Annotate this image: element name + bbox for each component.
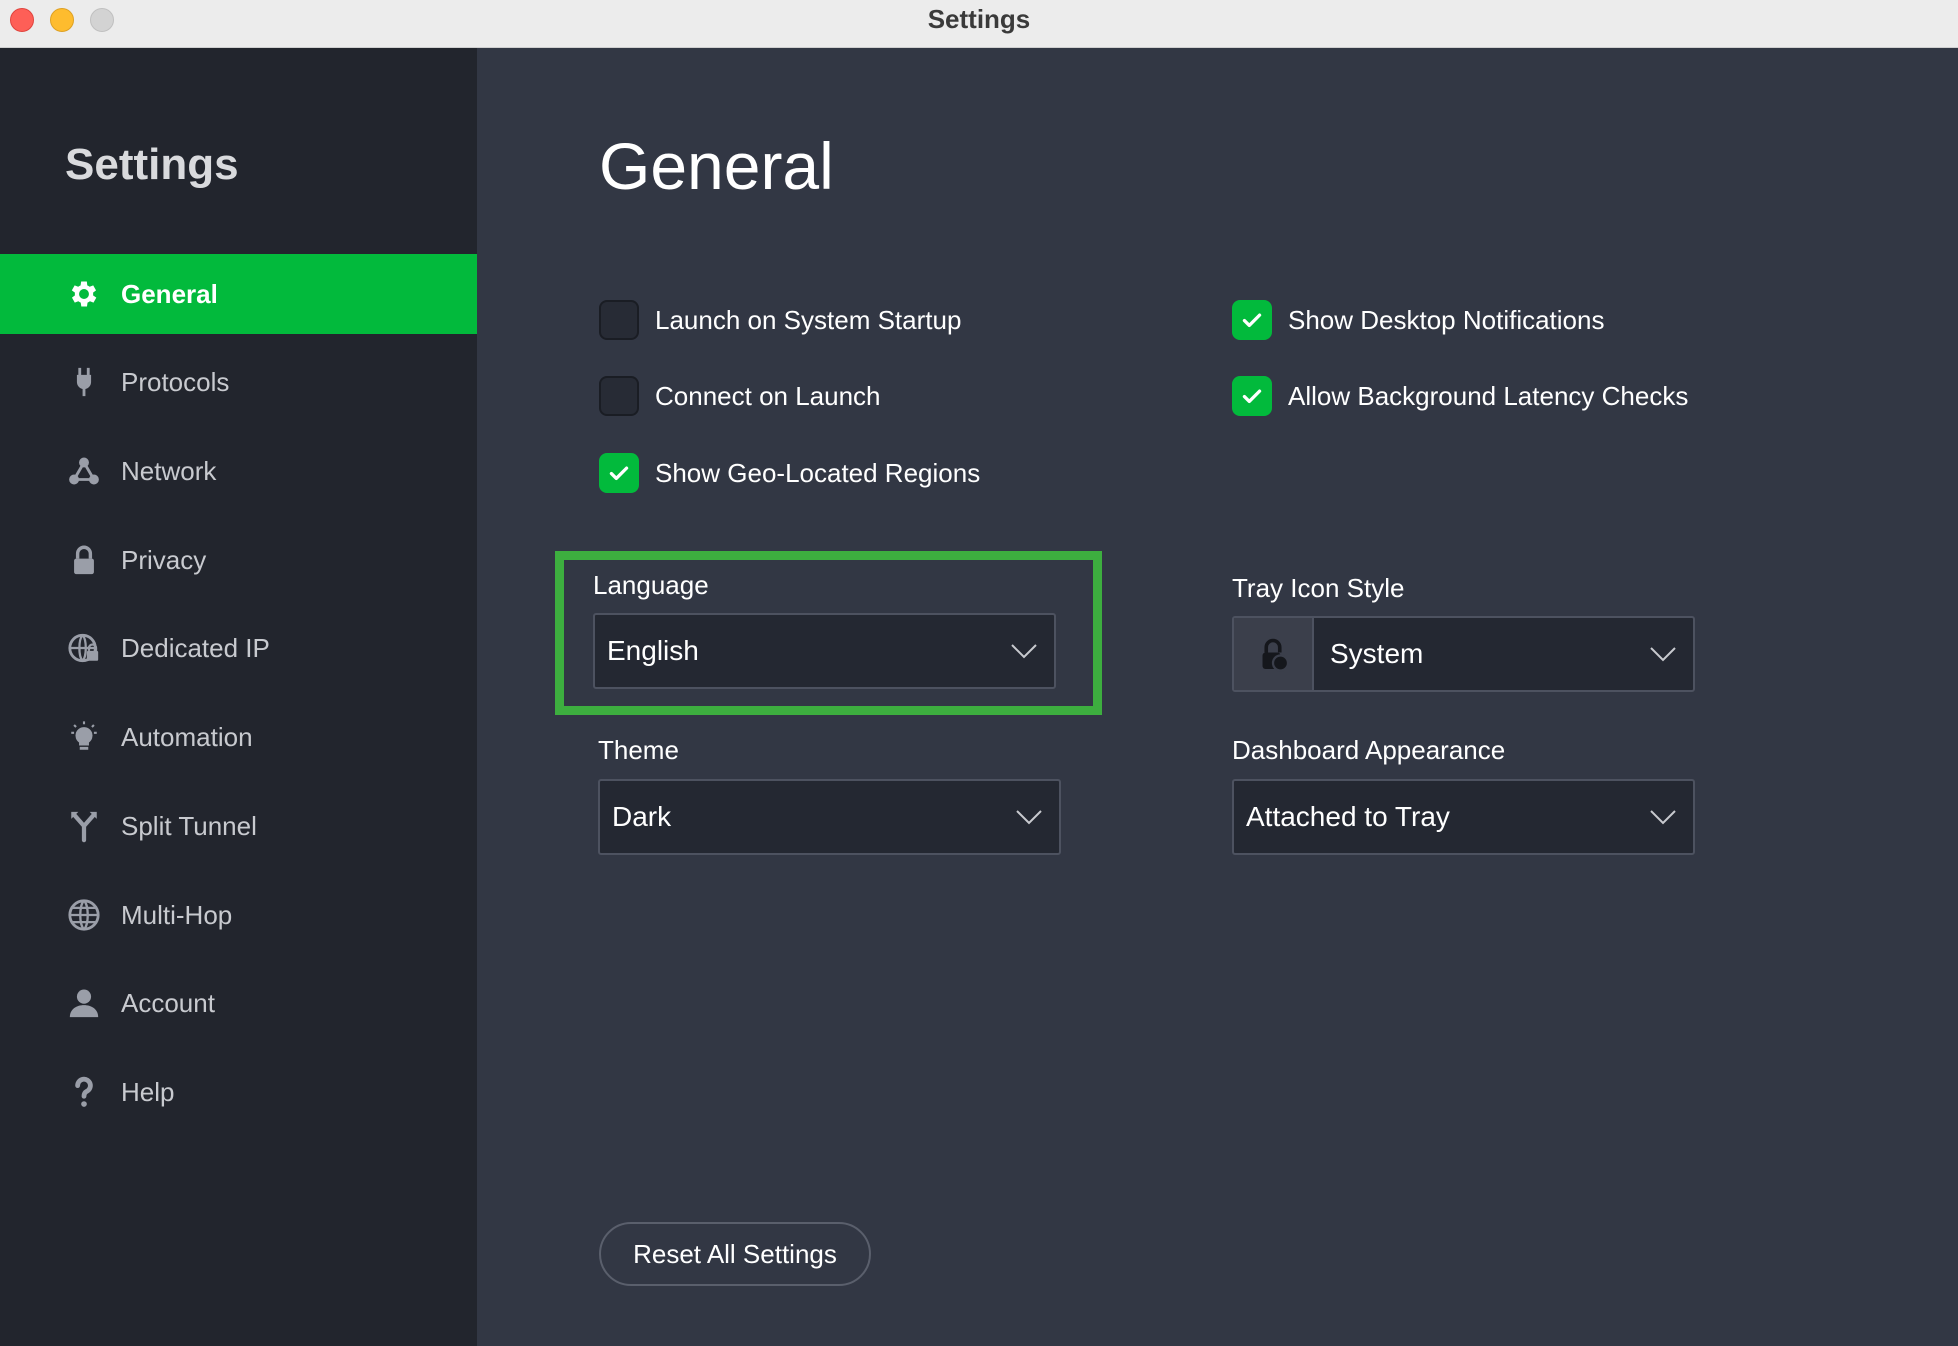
sidebar-item-label: General [121,278,218,309]
sidebar-item-label: Protocols [121,366,230,397]
checkmark-icon [609,466,629,481]
dashboard-appearance-select[interactable]: Attached to Tray [1232,779,1695,855]
theme-label: Theme [598,735,679,765]
globe-icon [65,896,103,934]
show-geo-regions-checkbox[interactable] [599,453,639,493]
show-desktop-notifications-option[interactable]: Show Desktop Notifications [1232,300,1604,340]
tray-icon-style-label: Tray Icon Style [1232,573,1405,603]
connect-on-launch-option[interactable]: Connect on Launch [599,376,881,416]
sidebar-item-help[interactable]: Help [0,1052,477,1132]
user-icon [65,984,103,1022]
settings-window: Settings Settings General Protocols Netw… [0,0,1958,1346]
sidebar-item-network[interactable]: Network [0,431,477,511]
theme-select[interactable]: Dark [598,779,1061,855]
launch-on-startup-option[interactable]: Launch on System Startup [599,300,961,340]
sidebar-item-label: Account [121,987,215,1018]
sidebar-item-account[interactable]: Account [0,963,477,1043]
chevron-down-icon [994,642,1054,660]
tray-icon-style-value: System [1330,638,1424,669]
page-title: General [599,129,834,203]
sidebar-item-label: Privacy [121,544,207,575]
sidebar-item-multi-hop[interactable]: Multi-Hop [0,875,477,955]
sidebar-item-label: Automation [121,721,253,752]
sidebar-item-protocols[interactable]: Protocols [0,342,477,422]
language-label: Language [593,570,709,600]
sidebar-item-automation[interactable]: Automation [0,697,477,777]
tray-icon-style-select[interactable]: System [1232,616,1695,692]
dashboard-appearance-label: Dashboard Appearance [1232,735,1506,765]
window-title: Settings [927,4,1031,34]
sidebar-title: Settings [65,140,239,189]
theme-value: Dark [612,801,672,832]
sidebar-item-dedicated-ip[interactable]: Dedicated IP [0,608,477,688]
sidebar-item-label: Help [121,1076,175,1107]
checkmark-icon [1242,389,1262,404]
lock-icon [65,541,103,579]
chevron-down-icon [999,808,1059,826]
lightbulb-icon [65,718,103,756]
language-select[interactable]: English [593,613,1056,689]
globe-lock-icon [65,629,103,667]
sidebar-item-split-tunnel[interactable]: Split Tunnel [0,786,477,866]
check-label: Show Geo-Located Regions [655,457,981,488]
sidebar-item-label: Dedicated IP [121,632,270,663]
check-label: Show Desktop Notifications [1288,304,1605,335]
sidebar-item-label: Network [121,455,217,486]
checkmark-icon [1242,313,1262,328]
allow-background-latency-option[interactable]: Allow Background Latency Checks [1232,376,1688,416]
show-desktop-notifications-checkbox[interactable] [1232,300,1272,340]
chevron-down-icon [1633,645,1693,663]
sidebar-item-label: Split Tunnel [121,810,257,841]
allow-background-latency-checkbox[interactable] [1232,376,1272,416]
tray-lock-icon [1234,618,1314,690]
gear-icon [65,275,103,313]
sidebar-item-general[interactable]: General [0,254,477,334]
main-panel: General Launch on System Startup Connect… [477,48,1958,1346]
sidebar: Settings General Protocols Network Priva… [0,48,477,1346]
check-label: Launch on System Startup [655,304,962,335]
split-icon [65,807,103,845]
question-icon [65,1073,103,1111]
plug-icon [65,363,103,401]
reset-all-settings-button[interactable]: Reset All Settings [599,1222,871,1286]
connect-on-launch-checkbox[interactable] [599,376,639,416]
chevron-down-icon [1633,808,1693,826]
sidebar-item-privacy[interactable]: Privacy [0,520,477,600]
check-label: Connect on Launch [655,380,881,411]
sidebar-item-label: Multi-Hop [121,899,233,930]
language-value: English [607,635,699,666]
title-bar: Settings [0,0,1958,48]
show-geo-regions-option[interactable]: Show Geo-Located Regions [599,453,980,493]
dashboard-appearance-value: Attached to Tray [1246,801,1450,832]
check-label: Allow Background Latency Checks [1288,380,1689,411]
network-icon [65,452,103,490]
launch-on-startup-checkbox[interactable] [599,300,639,340]
